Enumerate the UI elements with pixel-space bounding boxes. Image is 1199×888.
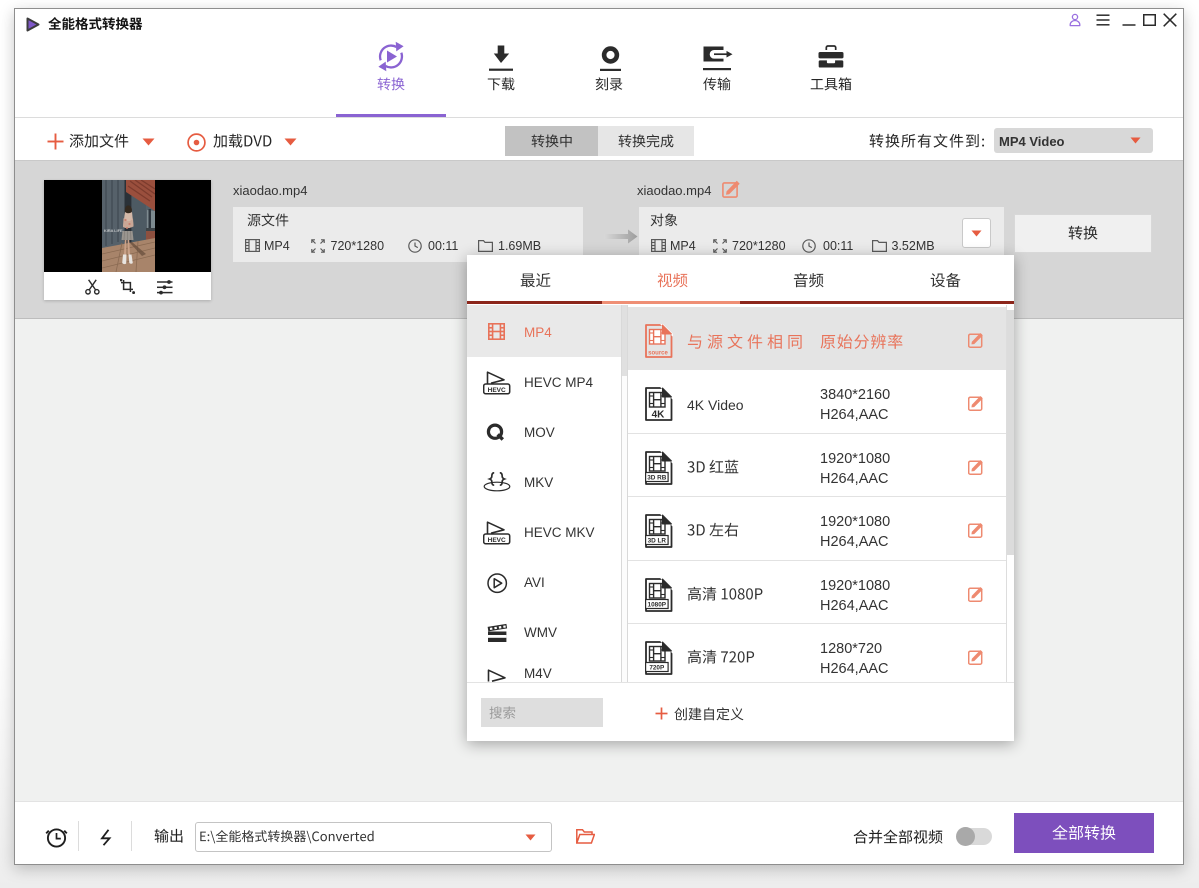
svg-text:HEVC: HEVC (488, 387, 506, 394)
svg-text:4K: 4K (652, 410, 666, 421)
svg-text:720P: 720P (649, 665, 665, 672)
svg-text:3D RB: 3D RB (647, 475, 667, 482)
svg-text:source: source (648, 351, 668, 357)
svg-text:KIRA LIFE: KIRA LIFE (104, 228, 123, 233)
svg-text:1080P: 1080P (648, 602, 667, 609)
svg-text:HEVC: HEVC (488, 537, 506, 544)
svg-text:3D LR: 3D LR (648, 538, 667, 545)
